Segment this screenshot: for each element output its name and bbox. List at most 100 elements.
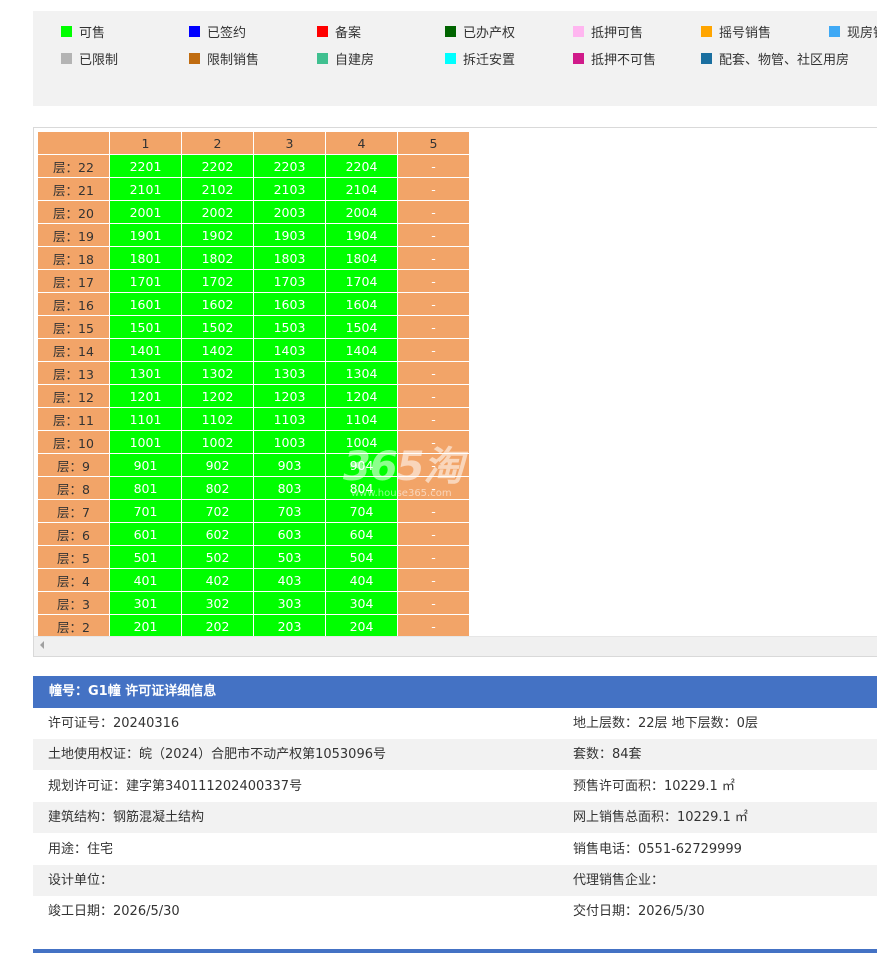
unit-cell[interactable]: 1003 [253,430,326,454]
unit-cell[interactable]: 703 [253,499,326,523]
unit-cell[interactable]: 502 [181,545,254,569]
unit-cell[interactable]: 1603 [253,292,326,316]
unit-cell[interactable]: 1903 [253,223,326,247]
unit-cell[interactable]: 201 [109,614,182,638]
unit-cell[interactable]: 1301 [109,361,182,385]
empty-unit-cell: - [397,522,470,546]
floor-label: 层：20 [37,200,110,224]
unit-cell[interactable]: 1503 [253,315,326,339]
unit-cell[interactable]: 2202 [181,154,254,178]
unit-cell[interactable]: 1201 [109,384,182,408]
unit-cell[interactable]: 1802 [181,246,254,270]
legend-swatch [189,25,200,37]
unit-cell[interactable]: 902 [181,453,254,477]
unit-cell[interactable]: 402 [181,568,254,592]
unit-cell[interactable]: 1401 [109,338,182,362]
unit-cell[interactable]: 204 [325,614,398,638]
unit-cell[interactable]: 901 [109,453,182,477]
unit-cell[interactable]: 503 [253,545,326,569]
unit-cell[interactable]: 1904 [325,223,398,247]
unit-cell[interactable]: 302 [181,591,254,615]
unit-cell[interactable]: 303 [253,591,326,615]
unit-cell[interactable]: 1702 [181,269,254,293]
unit-cell[interactable]: 802 [181,476,254,500]
detail-right-value: 代理销售企业： [573,873,665,888]
unit-cell[interactable]: 702 [181,499,254,523]
legend-item: 抵押可售 [573,22,643,41]
legend-swatch [189,52,200,64]
unit-cell[interactable]: 704 [325,499,398,523]
unit-cell[interactable]: 202 [181,614,254,638]
unit-cell[interactable]: 903 [253,453,326,477]
unit-cell[interactable]: 1304 [325,361,398,385]
unit-cell[interactable]: 1601 [109,292,182,316]
unit-cell[interactable]: 604 [325,522,398,546]
unit-cell[interactable]: 2003 [253,200,326,224]
unit-cell[interactable]: 1004 [325,430,398,454]
unit-cell[interactable]: 1801 [109,246,182,270]
horizontal-scrollbar[interactable] [34,636,877,656]
unit-cell[interactable]: 801 [109,476,182,500]
unit-cell[interactable]: 1203 [253,384,326,408]
unit-cell[interactable]: 1001 [109,430,182,454]
unit-cell[interactable]: 1701 [109,269,182,293]
column-header: 3 [253,131,326,155]
unit-cell[interactable]: 2101 [109,177,182,201]
unit-cell[interactable]: 1804 [325,246,398,270]
unit-cell[interactable]: 1102 [181,407,254,431]
unit-cell[interactable]: 2001 [109,200,182,224]
unit-cell[interactable]: 601 [109,522,182,546]
unit-cell[interactable]: 1303 [253,361,326,385]
unit-cell[interactable]: 1101 [109,407,182,431]
floor-label: 层：19 [37,223,110,247]
unit-cell[interactable]: 603 [253,522,326,546]
unit-cell[interactable]: 1103 [253,407,326,431]
unit-cell[interactable]: 803 [253,476,326,500]
unit-cell[interactable]: 1902 [181,223,254,247]
unit-cell[interactable]: 1703 [253,269,326,293]
unit-cell[interactable]: 2204 [325,154,398,178]
unit-cell[interactable]: 404 [325,568,398,592]
unit-cell[interactable]: 1202 [181,384,254,408]
unit-cell[interactable]: 904 [325,453,398,477]
unit-cell[interactable]: 1302 [181,361,254,385]
unit-cell[interactable]: 804 [325,476,398,500]
unit-cell[interactable]: 301 [109,591,182,615]
unit-cell[interactable]: 602 [181,522,254,546]
unit-cell[interactable]: 1104 [325,407,398,431]
unit-cell[interactable]: 2104 [325,177,398,201]
legend-item: 已签约 [189,22,246,41]
legend-label: 已办产权 [463,25,516,41]
legend-label: 自建房 [335,52,375,68]
unit-cell[interactable]: 1604 [325,292,398,316]
unit-cell[interactable]: 2004 [325,200,398,224]
floor-label: 层：17 [37,269,110,293]
unit-cell[interactable]: 1502 [181,315,254,339]
unit-cell[interactable]: 1404 [325,338,398,362]
unit-cell[interactable]: 2002 [181,200,254,224]
unit-cell[interactable]: 1002 [181,430,254,454]
floor-row: 层：17 1701 1702 1703 1704- [37,269,470,293]
unit-cell[interactable]: 304 [325,591,398,615]
unit-cell[interactable]: 1204 [325,384,398,408]
unit-cell[interactable]: 504 [325,545,398,569]
unit-cell[interactable]: 1602 [181,292,254,316]
unit-cell[interactable]: 1803 [253,246,326,270]
unit-cell[interactable]: 1901 [109,223,182,247]
unit-cell[interactable]: 403 [253,568,326,592]
unit-cell[interactable]: 203 [253,614,326,638]
unit-cell[interactable]: 1704 [325,269,398,293]
unit-cell[interactable]: 1504 [325,315,398,339]
unit-cell[interactable]: 1501 [109,315,182,339]
unit-cell[interactable]: 501 [109,545,182,569]
unit-cell[interactable]: 2203 [253,154,326,178]
unit-cell[interactable]: 701 [109,499,182,523]
scroll-left-arrow-icon[interactable] [40,641,44,649]
unit-cell[interactable]: 401 [109,568,182,592]
unit-cell[interactable]: 2201 [109,154,182,178]
unit-cell[interactable]: 1403 [253,338,326,362]
legend-label: 限制销售 [207,52,260,68]
unit-cell[interactable]: 1402 [181,338,254,362]
unit-cell[interactable]: 2102 [181,177,254,201]
unit-cell[interactable]: 2103 [253,177,326,201]
